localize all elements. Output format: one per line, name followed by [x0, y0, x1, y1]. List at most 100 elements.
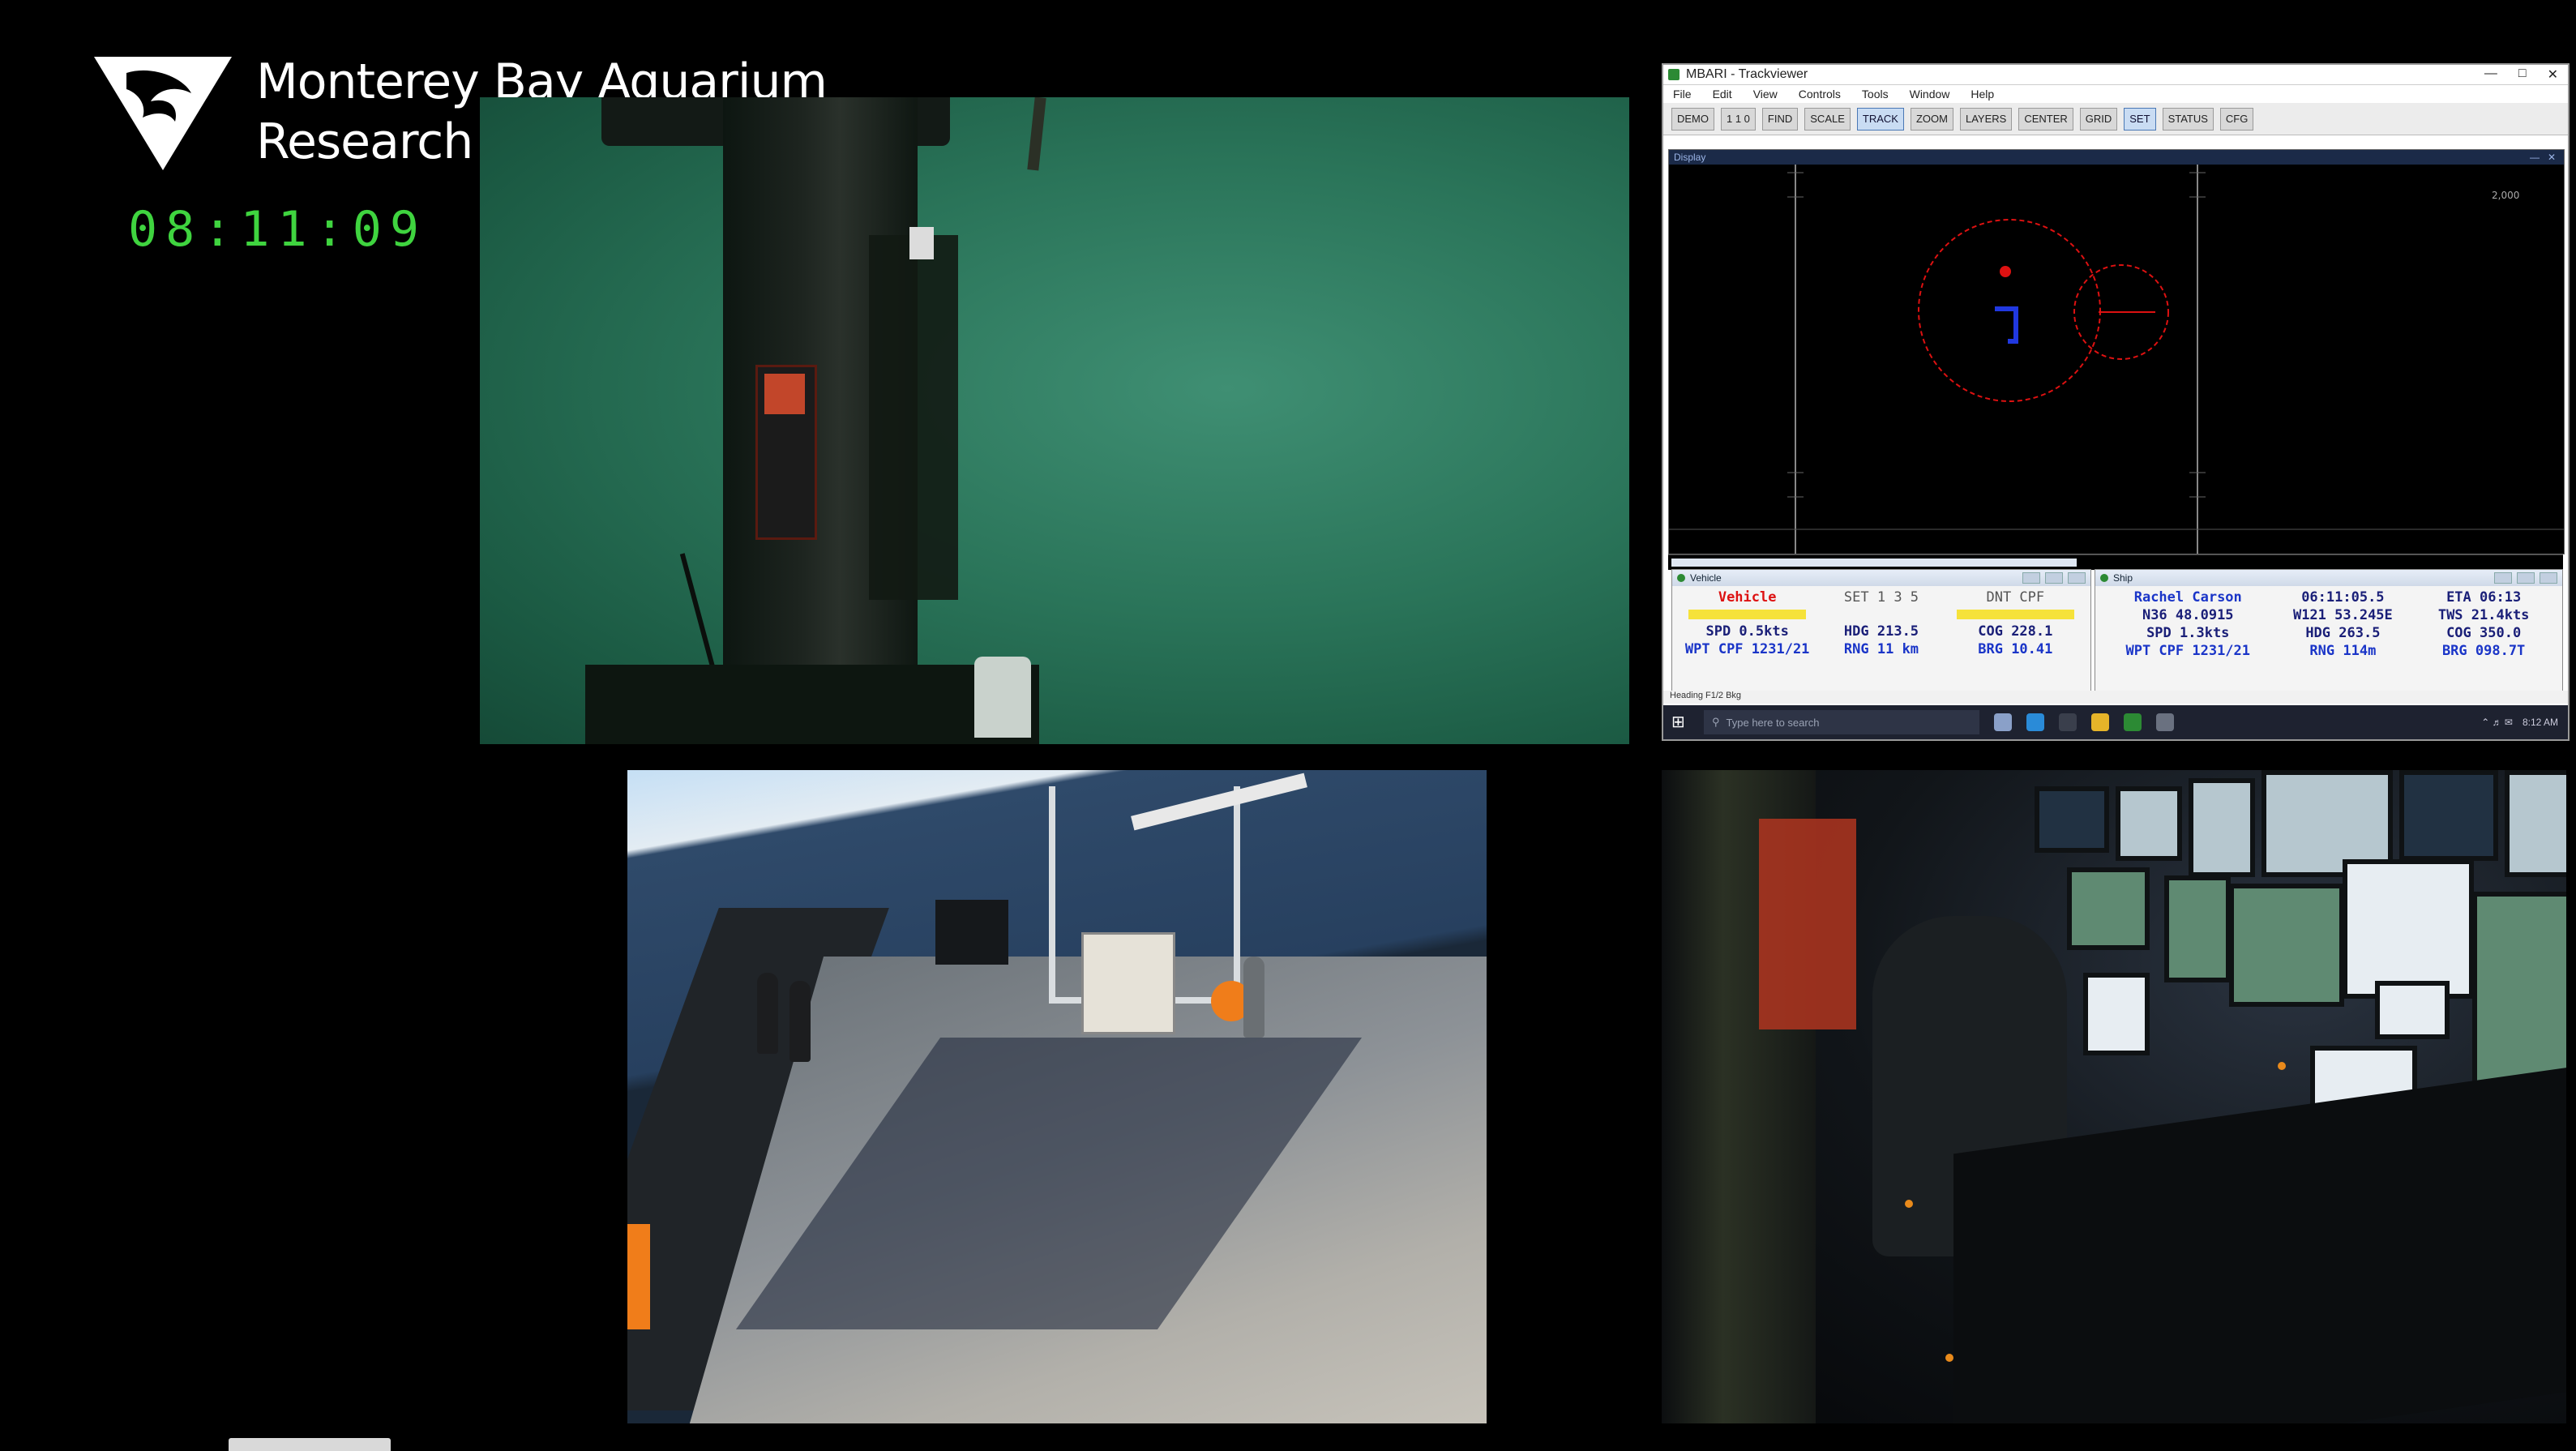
control-monitor [2067, 867, 2150, 950]
trackviewer-app-icon[interactable] [2124, 713, 2142, 731]
toolbar-button[interactable]: SCALE [1804, 107, 1851, 131]
mbari-logo [94, 57, 232, 170]
ship-name: Rachel Carson [2133, 589, 2242, 606]
vehicle-set: SET 1 3 5 [1843, 589, 1919, 606]
menu-tools[interactable]: Tools [1862, 88, 1889, 101]
control-room-camera-feed [1662, 770, 2566, 1423]
deck-crew-member [789, 981, 811, 1062]
minimize-icon[interactable]: — [2484, 66, 2497, 83]
deck-winch [935, 900, 1008, 965]
rov-paddle [974, 657, 1031, 738]
pane-close-icon[interactable]: ✕ [2548, 150, 2556, 165]
panel-max-icon[interactable] [2517, 572, 2535, 584]
rov-sled [585, 665, 1039, 744]
ship-panel-title: Ship [2113, 572, 2133, 584]
control-monitor [2399, 770, 2498, 861]
map-status-row [1668, 554, 2563, 570]
control-monitor [2343, 859, 2474, 999]
panel-min-icon[interactable] [2022, 572, 2040, 584]
control-monitor [2505, 770, 2566, 877]
ship-track [1995, 306, 2018, 344]
nav-menubar: File Edit View Controls Tools Window Hel… [1663, 85, 2568, 103]
console-led [2278, 1062, 2286, 1070]
toolbar-button[interactable]: LAYERS [1959, 107, 2013, 131]
control-monitor [2164, 875, 2231, 982]
ship-cog: COG 350.0 [2446, 625, 2522, 641]
toolbar-button[interactable]: ZOOM [1910, 107, 1953, 131]
panel-max-icon[interactable] [2045, 572, 2063, 584]
menu-file[interactable]: File [1673, 88, 1692, 101]
toolbar-button[interactable]: CFG [2219, 107, 2254, 131]
vehicle-panel-title: Vehicle [1690, 572, 1722, 584]
rov-camera-feed [480, 97, 1629, 744]
vehicle-info-panel: Vehicle Vehicle SET 1 3 5 DNT CPF SPD 0.… [1671, 569, 2091, 692]
map-pane-title: Display [1674, 152, 1706, 163]
toolbar-button[interactable]: SET [2124, 107, 2156, 131]
nav-map-pane[interactable]: Display — ✕ 2,000 [1668, 149, 2565, 554]
toolbar-button[interactable]: GRID [2079, 107, 2118, 131]
control-monitor [2083, 973, 2150, 1055]
menu-window[interactable]: Window [1910, 88, 1950, 101]
nav-toolbar: DEMO 1 1 0 FIND SCALE TRACK ZOOM LAYERS … [1663, 103, 2568, 135]
app-icon[interactable] [2156, 713, 2174, 731]
vehicle-range: RNG 11 km [1843, 641, 1919, 657]
mission-clock: 08:11:09 [128, 201, 427, 258]
rov-bracket [869, 235, 958, 600]
vehicle-waypoint: WPT CPF 1231/21 [1684, 641, 1810, 657]
maximize-icon[interactable]: □ [2518, 66, 2527, 83]
taskbar-search[interactable]: ⚲ Type here to search [1704, 710, 1979, 734]
menu-edit[interactable]: Edit [1713, 88, 1732, 101]
nav-status-bar: Heading F1/2 Bkg [1663, 691, 2568, 704]
control-monitor [2229, 884, 2344, 1007]
vehicle-speed: SPD 0.5kts [1705, 623, 1789, 640]
control-monitor [2035, 786, 2109, 853]
ship-range: RNG 114m [2309, 643, 2377, 659]
ship-speed: SPD 1.3kts [2146, 625, 2230, 641]
panel-close-icon[interactable] [2068, 572, 2086, 584]
control-monitor [2472, 892, 2566, 1096]
ship-bearing: BRG 098.7T [2441, 643, 2526, 659]
toolbar-button[interactable]: 1 1 0 [1721, 107, 1756, 131]
navigation-software-window[interactable]: MBARI - Trackviewer — □ ✕ File Edit View… [1662, 63, 2570, 741]
toolbar-button[interactable]: STATUS [2162, 107, 2214, 131]
console-led [1905, 1200, 1913, 1208]
task-view-icon[interactable] [1994, 713, 2012, 731]
ship-waypoint: WPT CPF 1231/21 [2125, 643, 2251, 659]
bottom-tab[interactable] [229, 1438, 391, 1451]
rov-sticker [909, 227, 934, 259]
deck-crew-member [757, 973, 778, 1054]
deck-equipment [1243, 957, 1264, 1038]
vehicle-bar-1 [1688, 610, 1807, 619]
ship-time: 06:11:05.5 [2301, 589, 2385, 606]
panel-close-icon[interactable] [2540, 572, 2557, 584]
tray-icons: ⌃ ♬ ✉ [2481, 717, 2513, 728]
toolbar-button[interactable]: DEMO [1671, 107, 1714, 131]
toolbar-button[interactable]: FIND [1761, 107, 1799, 131]
windows-taskbar: ⊞ ⚲ Type here to search ⌃ ♬ ✉ 8:12 AM [1663, 705, 2568, 739]
ship-deck-camera-feed [627, 770, 1487, 1423]
close-icon[interactable]: ✕ [2548, 66, 2558, 83]
nav-window-title: MBARI - Trackviewer [1686, 67, 1808, 81]
menu-view[interactable]: View [1753, 88, 1778, 101]
windows-start-icon[interactable]: ⊞ [1671, 713, 1689, 731]
toolbar-button[interactable]: CENTER [2018, 107, 2073, 131]
vehicle-name: Vehicle [1718, 589, 1777, 606]
ship-heading: HDG 263.5 [2305, 625, 2381, 641]
vehicle-bar-3 [1956, 610, 2074, 619]
map-pane-titlebar: Display — ✕ [1669, 150, 2564, 165]
life-ring [627, 1224, 650, 1329]
menu-controls[interactable]: Controls [1799, 88, 1841, 101]
app-icon[interactable] [2059, 713, 2077, 731]
system-tray[interactable]: ⌃ ♬ ✉ 8:12 AM [2481, 717, 2568, 728]
nav-window-titlebar[interactable]: MBARI - Trackviewer — □ ✕ [1663, 65, 2568, 85]
toolbar-button[interactable]: TRACK [1856, 107, 1904, 131]
panel-min-icon[interactable] [2494, 572, 2512, 584]
vehicle-heading: HDG 213.5 [1843, 623, 1919, 640]
nav-map[interactable]: 2,000 [1669, 165, 2564, 554]
menu-help[interactable]: Help [1971, 88, 1994, 101]
pane-minimize-icon[interactable]: — [2530, 150, 2540, 165]
file-explorer-icon[interactable] [2091, 713, 2109, 731]
vehicle-panel-icon [1677, 574, 1685, 582]
edge-browser-icon[interactable] [2026, 713, 2044, 731]
ship-info-panel: Ship Rachel Carson 06:11:05.5 ETA 06:13 … [2095, 569, 2563, 692]
